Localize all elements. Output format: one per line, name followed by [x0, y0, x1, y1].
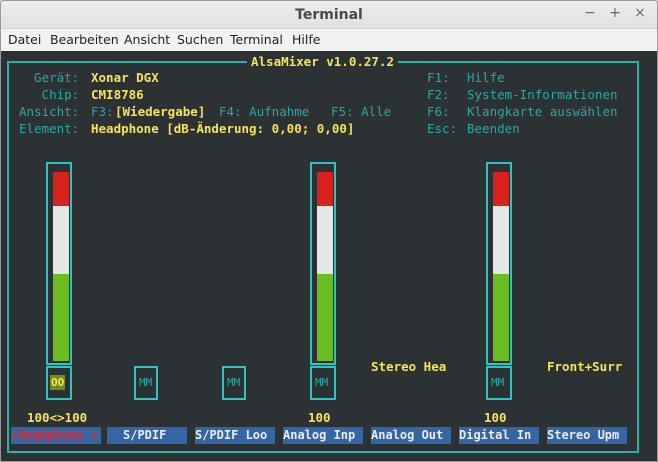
meter-green-zone: [317, 274, 333, 361]
headphone-level-label: 100<>100: [27, 410, 88, 425]
analog-out-enum-value[interactable]: Stereo Hea: [371, 358, 446, 375]
analog-inp-volume-meter[interactable]: [310, 162, 336, 365]
view-f5: F5: Alle: [331, 104, 392, 119]
digital-in-mute-toggle[interactable]: MM: [486, 366, 512, 400]
menu-terminal[interactable]: Terminal: [230, 32, 283, 47]
close-icon[interactable]: ×: [631, 5, 649, 21]
channel-tab-spdif-loop[interactable]: S/PDIF Loo: [195, 427, 275, 444]
channel-tab-headphone[interactable]: <Headphone >: [11, 427, 101, 444]
analog-inp-mute-toggle[interactable]: MM: [310, 366, 336, 400]
meter-green-zone: [493, 274, 509, 361]
digital-in-level-label: 100: [484, 410, 507, 425]
menu-bearbeiten[interactable]: Bearbeiten: [50, 32, 119, 47]
alsamixer-title: AlsaMixer v1.0.27.2: [247, 53, 398, 70]
channel-tab-analog-out[interactable]: Analog Out: [371, 427, 451, 444]
help-key-f6: F6:: [427, 104, 450, 119]
view-label: Ansicht:: [19, 104, 80, 119]
device-value: Xonar DGX: [91, 70, 159, 85]
meter-red-zone: [493, 172, 509, 206]
meter-white-zone: [493, 206, 509, 274]
window-title: Terminal: [295, 7, 363, 23]
terminal-window: Terminal − + × Datei Bearbeiten Ansicht …: [0, 0, 658, 462]
menu-bar: Datei Bearbeiten Ansicht Suchen Terminal…: [1, 29, 657, 51]
title-bar[interactable]: Terminal − + ×: [1, 1, 657, 29]
stereo-upmix-enum-value[interactable]: Front+Surr: [547, 358, 622, 375]
spdif-mute-state: MM: [139, 376, 153, 389]
help-key-f1: F1:: [427, 70, 450, 85]
channel-tab-analog-inp[interactable]: Analog Inp: [283, 427, 363, 444]
help-label-f1: Hilfe: [467, 70, 505, 85]
help-key-f2: F2:: [427, 87, 450, 102]
device-label: Gerät:: [19, 70, 80, 85]
maximize-icon[interactable]: +: [606, 5, 624, 21]
element-value: Headphone [dB-Änderung: 0,00; 0,00]: [91, 121, 355, 136]
headphone-mute-state: OO: [50, 375, 66, 390]
headphone-volume-meter[interactable]: [46, 162, 72, 365]
element-label: Element:: [19, 121, 80, 136]
terminal-area[interactable]: AlsaMixer v1.0.27.2 Gerät: Xonar DGX Chi…: [1, 51, 657, 461]
help-label-esc: Beenden: [467, 121, 520, 136]
channel-tab-digital-in[interactable]: Digital In: [459, 427, 539, 444]
spdif-loop-mute-state: MM: [227, 376, 241, 389]
spdif-loop-mute-toggle[interactable]: MM: [222, 366, 246, 400]
menu-hilfe[interactable]: Hilfe: [292, 32, 320, 47]
meter-white-zone: [317, 206, 333, 274]
digital-in-mute-state: MM: [491, 376, 505, 389]
headphone-mute-toggle[interactable]: OO: [46, 366, 72, 400]
meter-green-zone: [53, 274, 69, 361]
channel-tab-spdif[interactable]: S/PDIF: [107, 427, 187, 444]
view-f3-value: [Wiedergabe]: [115, 104, 206, 119]
view-f3-key: F3:: [91, 104, 114, 119]
analog-inp-mute-state: MM: [315, 376, 329, 389]
help-label-f6: Klangkarte auswählen: [467, 104, 618, 119]
chip-value: CMI8786: [91, 87, 144, 102]
channel-tab-stereo-upmix[interactable]: Stereo Upm: [547, 427, 627, 444]
minimize-icon[interactable]: −: [581, 5, 599, 21]
meter-red-zone: [53, 172, 69, 206]
menu-datei[interactable]: Datei: [8, 32, 41, 47]
analog-inp-level-label: 100: [308, 410, 331, 425]
spdif-mute-toggle[interactable]: MM: [134, 366, 158, 400]
chip-label: Chip:: [19, 87, 80, 102]
digital-in-volume-meter[interactable]: [486, 162, 512, 365]
meter-white-zone: [53, 206, 69, 274]
meter-red-zone: [317, 172, 333, 206]
menu-ansicht[interactable]: Ansicht: [124, 32, 170, 47]
help-key-esc: Esc:: [427, 121, 458, 136]
menu-suchen[interactable]: Suchen: [177, 32, 223, 47]
view-f4: F4: Aufnahme: [219, 104, 310, 119]
help-label-f2: System-Informationen: [467, 87, 618, 102]
